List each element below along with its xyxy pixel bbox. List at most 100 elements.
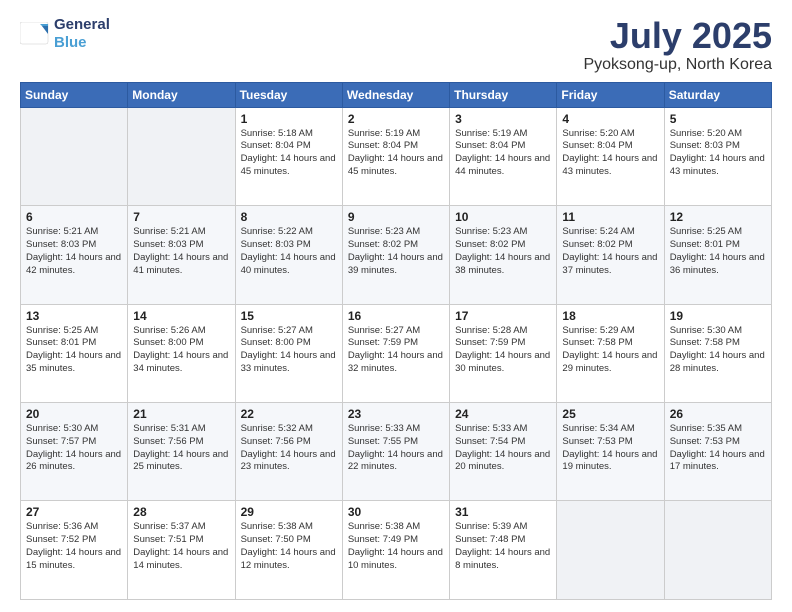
calendar-week-2: 6 Sunrise: 5:21 AMSunset: 8:03 PMDaylight… — [21, 206, 772, 304]
day-number: 10 — [455, 210, 551, 224]
calendar-cell: 16 Sunrise: 5:27 AMSunset: 7:59 PMDayligh… — [342, 304, 449, 402]
calendar-cell: 8 Sunrise: 5:22 AMSunset: 8:03 PMDaylight… — [235, 206, 342, 304]
cell-info: Sunrise: 5:24 AMSunset: 8:02 PMDaylight:… — [562, 226, 658, 277]
cell-info: Sunrise: 5:22 AMSunset: 8:03 PMDaylight:… — [241, 226, 337, 277]
day-number: 21 — [133, 407, 229, 421]
calendar-cell: 29 Sunrise: 5:38 AMSunset: 7:50 PMDayligh… — [235, 501, 342, 600]
day-number: 5 — [670, 112, 766, 126]
calendar-cell: 11 Sunrise: 5:24 AMSunset: 8:02 PMDayligh… — [557, 206, 664, 304]
day-number: 2 — [348, 112, 444, 126]
calendar-cell: 15 Sunrise: 5:27 AMSunset: 8:00 PMDayligh… — [235, 304, 342, 402]
cell-info: Sunrise: 5:39 AMSunset: 7:48 PMDaylight:… — [455, 521, 551, 572]
day-number: 18 — [562, 309, 658, 323]
cell-info: Sunrise: 5:31 AMSunset: 7:56 PMDaylight:… — [133, 423, 229, 474]
day-number: 29 — [241, 505, 337, 519]
calendar-cell — [557, 501, 664, 600]
calendar-cell: 17Sunrise: 5:28 AMSunset: 7:59 PMDayligh… — [450, 304, 557, 402]
calendar-week-3: 13 Sunrise: 5:25 AMSunset: 8:01 PMDayligh… — [21, 304, 772, 402]
cell-info: Sunrise: 5:30 AMSunset: 7:58 PMDaylight:… — [670, 325, 766, 376]
logo-line2: Blue — [54, 34, 87, 51]
column-header-sunday: Sunday — [21, 82, 128, 107]
calendar-cell: 4Sunrise: 5:20 AMSunset: 8:04 PMDaylight… — [557, 107, 664, 205]
logo-line1: General — [54, 16, 110, 34]
cell-info: Sunrise: 5:32 AMSunset: 7:56 PMDaylight:… — [241, 423, 337, 474]
calendar-cell: 21 Sunrise: 5:31 AMSunset: 7:56 PMDayligh… — [128, 403, 235, 501]
cell-info: Sunrise: 5:19 AMSunset: 8:04 PMDaylight:… — [455, 128, 551, 179]
column-header-tuesday: Tuesday — [235, 82, 342, 107]
logo-text: General Blue — [54, 16, 110, 52]
day-number: 8 — [241, 210, 337, 224]
cell-info: Sunrise: 5:33 AMSunset: 7:55 PMDaylight:… — [348, 423, 444, 474]
calendar-header-row: SundayMondayTuesdayWednesdayThursdayFrid… — [21, 82, 772, 107]
calendar-week-4: 20Sunrise: 5:30 AMSunset: 7:57 PMDayligh… — [21, 403, 772, 501]
day-number: 6 — [26, 210, 122, 224]
cell-info: Sunrise: 5:19 AMSunset: 8:04 PMDaylight:… — [348, 128, 444, 179]
calendar-cell: 24Sunrise: 5:33 AMSunset: 7:54 PMDayligh… — [450, 403, 557, 501]
column-header-wednesday: Wednesday — [342, 82, 449, 107]
calendar-cell: 6 Sunrise: 5:21 AMSunset: 8:03 PMDaylight… — [21, 206, 128, 304]
day-number: 11 — [562, 210, 658, 224]
cell-info: Sunrise: 5:35 AMSunset: 7:53 PMDaylight:… — [670, 423, 766, 474]
day-number: 28 — [133, 505, 229, 519]
calendar-cell: 20Sunrise: 5:30 AMSunset: 7:57 PMDayligh… — [21, 403, 128, 501]
calendar-cell — [21, 107, 128, 205]
cell-info: Sunrise: 5:30 AMSunset: 7:57 PMDaylight:… — [26, 423, 122, 474]
cell-info: Sunrise: 5:27 AMSunset: 8:00 PMDaylight:… — [241, 325, 337, 376]
calendar-cell — [128, 107, 235, 205]
day-number: 19 — [670, 309, 766, 323]
column-header-friday: Friday — [557, 82, 664, 107]
cell-info: Sunrise: 5:20 AMSunset: 8:04 PMDaylight:… — [562, 128, 658, 179]
cell-info: Sunrise: 5:38 AMSunset: 7:49 PMDaylight:… — [348, 521, 444, 572]
day-number: 26 — [670, 407, 766, 421]
calendar-cell: 3Sunrise: 5:19 AMSunset: 8:04 PMDaylight… — [450, 107, 557, 205]
day-number: 7 — [133, 210, 229, 224]
calendar-cell: 27Sunrise: 5:36 AMSunset: 7:52 PMDayligh… — [21, 501, 128, 600]
title-block: July 2025 Pyoksong-up, North Korea — [583, 16, 772, 74]
calendar-cell: 1 Sunrise: 5:18 AMSunset: 8:04 PMDaylight… — [235, 107, 342, 205]
calendar-cell — [664, 501, 771, 600]
calendar-cell: 19 Sunrise: 5:30 AMSunset: 7:58 PMDayligh… — [664, 304, 771, 402]
day-number: 22 — [241, 407, 337, 421]
main-title: July 2025 — [583, 16, 772, 56]
column-header-monday: Monday — [128, 82, 235, 107]
cell-info: Sunrise: 5:20 AMSunset: 8:03 PMDaylight:… — [670, 128, 766, 179]
cell-info: Sunrise: 5:25 AMSunset: 8:01 PMDaylight:… — [670, 226, 766, 277]
cell-info: Sunrise: 5:18 AMSunset: 8:04 PMDaylight:… — [241, 128, 337, 179]
calendar-cell: 31Sunrise: 5:39 AMSunset: 7:48 PMDayligh… — [450, 501, 557, 600]
cell-info: Sunrise: 5:38 AMSunset: 7:50 PMDaylight:… — [241, 521, 337, 572]
day-number: 15 — [241, 309, 337, 323]
cell-info: Sunrise: 5:34 AMSunset: 7:53 PMDaylight:… — [562, 423, 658, 474]
day-number: 25 — [562, 407, 658, 421]
logo-icon — [20, 22, 50, 46]
day-number: 1 — [241, 112, 337, 126]
calendar-table: SundayMondayTuesdayWednesdayThursdayFrid… — [20, 82, 772, 600]
page: General Blue July 2025 Pyoksong-up, Nort… — [0, 0, 792, 612]
day-number: 16 — [348, 309, 444, 323]
cell-info: Sunrise: 5:23 AMSunset: 8:02 PMDaylight:… — [455, 226, 551, 277]
day-number: 24 — [455, 407, 551, 421]
calendar-cell: 12Sunrise: 5:25 AMSunset: 8:01 PMDayligh… — [664, 206, 771, 304]
day-number: 13 — [26, 309, 122, 323]
calendar-cell: 5 Sunrise: 5:20 AMSunset: 8:03 PMDaylight… — [664, 107, 771, 205]
cell-info: Sunrise: 5:21 AMSunset: 8:03 PMDaylight:… — [26, 226, 122, 277]
calendar-cell: 25 Sunrise: 5:34 AMSunset: 7:53 PMDayligh… — [557, 403, 664, 501]
header: General Blue July 2025 Pyoksong-up, Nort… — [20, 16, 772, 74]
calendar-cell: 7 Sunrise: 5:21 AMSunset: 8:03 PMDaylight… — [128, 206, 235, 304]
calendar-cell: 30 Sunrise: 5:38 AMSunset: 7:49 PMDayligh… — [342, 501, 449, 600]
calendar-cell: 14Sunrise: 5:26 AMSunset: 8:00 PMDayligh… — [128, 304, 235, 402]
logo: General Blue — [20, 16, 110, 52]
cell-info: Sunrise: 5:27 AMSunset: 7:59 PMDaylight:… — [348, 325, 444, 376]
day-number: 23 — [348, 407, 444, 421]
calendar-cell: 18Sunrise: 5:29 AMSunset: 7:58 PMDayligh… — [557, 304, 664, 402]
calendar-cell: 2 Sunrise: 5:19 AMSunset: 8:04 PMDaylight… — [342, 107, 449, 205]
calendar-cell: 13 Sunrise: 5:25 AMSunset: 8:01 PMDayligh… — [21, 304, 128, 402]
day-number: 30 — [348, 505, 444, 519]
day-number: 27 — [26, 505, 122, 519]
calendar-cell: 10 Sunrise: 5:23 AMSunset: 8:02 PMDayligh… — [450, 206, 557, 304]
calendar-week-1: 1 Sunrise: 5:18 AMSunset: 8:04 PMDaylight… — [21, 107, 772, 205]
cell-info: Sunrise: 5:21 AMSunset: 8:03 PMDaylight:… — [133, 226, 229, 277]
cell-info: Sunrise: 5:25 AMSunset: 8:01 PMDaylight:… — [26, 325, 122, 376]
column-header-thursday: Thursday — [450, 82, 557, 107]
calendar-cell: 26 Sunrise: 5:35 AMSunset: 7:53 PMDayligh… — [664, 403, 771, 501]
day-number: 14 — [133, 309, 229, 323]
